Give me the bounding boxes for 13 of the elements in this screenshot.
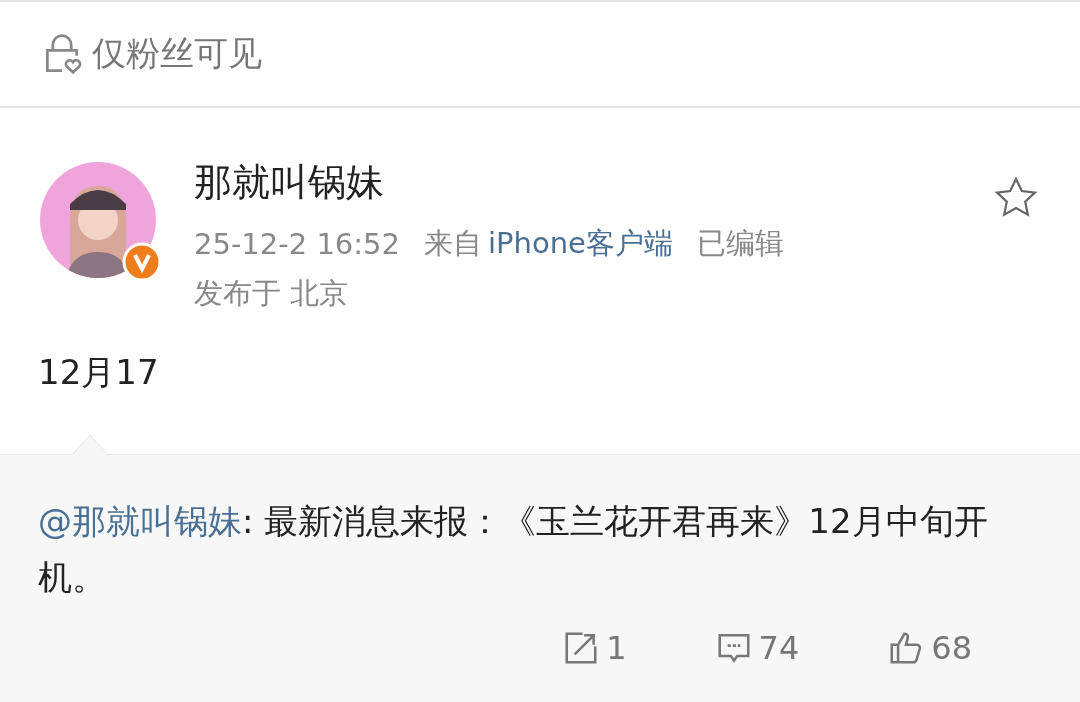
retweet-text: @那就叫锅妹: 最新消息来报：《玉兰花开君再来》12月中旬开机。 <box>38 500 989 599</box>
repost-button[interactable]: 1 <box>562 629 627 667</box>
post-time: 25-12-2 16:52 <box>194 227 400 261</box>
mention-link[interactable]: @那就叫锅妹 <box>38 501 242 541</box>
location-text: 发布于 北京 <box>194 275 350 312</box>
source-prefix: 来自 <box>424 225 482 262</box>
post-text: 12月17 <box>37 351 160 394</box>
comment-button[interactable]: 74 <box>714 629 800 667</box>
edited-label: 已编辑 <box>696 225 784 262</box>
like-button[interactable]: 68 <box>887 629 972 667</box>
author-name[interactable]: 那就叫锅妹 <box>194 154 954 210</box>
source-link[interactable]: iPhone客户端 <box>488 224 673 264</box>
visibility-label: 仅粉丝可见 <box>92 32 262 75</box>
